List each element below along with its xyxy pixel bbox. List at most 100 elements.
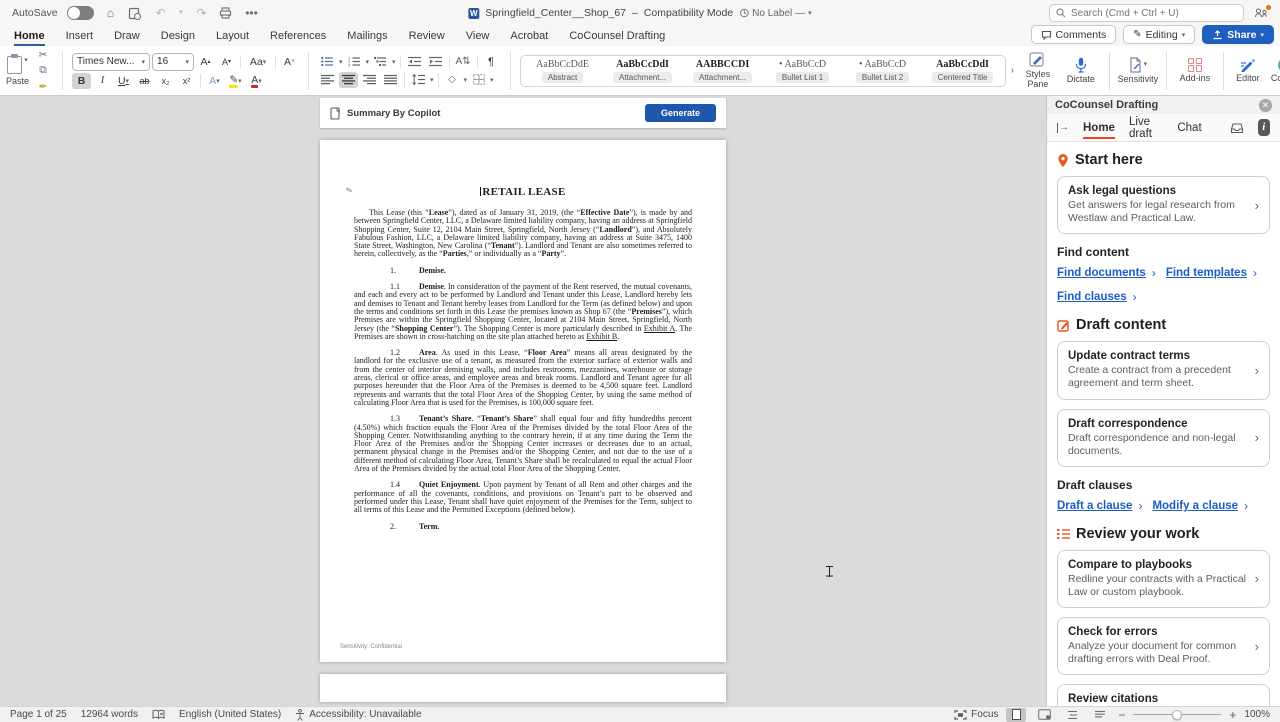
tab-draw[interactable]: Draw — [114, 30, 140, 46]
undo-dropdown-icon[interactable]: ▾ — [178, 5, 185, 21]
zoom-in-icon[interactable]: + — [1229, 708, 1236, 722]
document-paragraph[interactable]: 1.3Tenant’s Share. “Tenant’s Share” shal… — [354, 415, 692, 473]
document-title[interactable]: Springfield_Center__Shop_67 — [485, 7, 626, 19]
sensitivity-button[interactable]: ▾ Sensitivity — [1119, 57, 1157, 85]
document-paragraph[interactable]: 1.1Demise. In consideration of the payme… — [354, 283, 692, 341]
subscript-icon[interactable]: x₂ — [156, 73, 175, 89]
document-paragraph[interactable]: This Lease (this “Lease”), dated as of J… — [354, 209, 692, 259]
styles-overflow-icon[interactable]: › — [1011, 65, 1014, 76]
cut-icon[interactable]: ✂ — [33, 47, 53, 62]
tab-view[interactable]: View — [466, 30, 490, 46]
more-commands-icon[interactable]: ••• — [244, 5, 260, 21]
search-input-container[interactable] — [1049, 4, 1244, 22]
underline-button[interactable]: U ▾ — [114, 73, 133, 89]
document-canvas[interactable]: Summary By Copilot Generate ✎ RETAIL LEA… — [0, 96, 1046, 706]
style-attachment-1[interactable]: AaBbCcDdI Attachment... — [605, 59, 681, 83]
redo-icon[interactable]: ↷ — [194, 5, 210, 21]
justify-icon[interactable] — [381, 72, 400, 88]
language-indicator[interactable]: English (United States) — [179, 709, 281, 720]
share-button[interactable]: Share ▾ — [1202, 25, 1274, 44]
tab-references[interactable]: References — [270, 30, 326, 46]
document-paragraph[interactable]: 1.4Quiet Enjoyment. Upon payment by Tena… — [354, 481, 692, 514]
undo-icon[interactable]: ↶ — [153, 5, 169, 21]
align-left-icon[interactable] — [318, 72, 337, 88]
panel-tab-home[interactable]: Home — [1083, 116, 1115, 139]
italic-button[interactable]: I — [93, 73, 112, 89]
styles-pane-button[interactable]: Styles Pane — [1019, 52, 1057, 90]
tab-home[interactable]: Home — [14, 30, 45, 46]
generate-button[interactable]: Generate — [645, 104, 716, 122]
accessibility-status[interactable]: Accessibility: Unavailable — [295, 709, 421, 721]
style-bullet-list-2[interactable]: • AaBbCcD Bullet List 2 — [845, 59, 921, 83]
share-session-icon[interactable] — [1254, 7, 1268, 20]
tab-mailings[interactable]: Mailings — [347, 30, 387, 46]
print-layout-view-icon[interactable] — [1006, 708, 1026, 722]
panel-tab-chat[interactable]: Chat — [1177, 116, 1201, 139]
document-paragraph[interactable]: 1.2Area. As used in this Lease, “Floor A… — [354, 349, 692, 407]
style-abstract[interactable]: AaBbCcDdE Abstract — [525, 59, 601, 83]
copy-icon[interactable]: ⧉ — [33, 63, 53, 78]
superscript-icon[interactable]: x² — [177, 73, 196, 89]
paste-button[interactable]: ▾ Paste — [6, 56, 29, 86]
style-bullet-list-1[interactable]: • AaBbCcD Bullet List 1 — [765, 59, 841, 83]
print-icon[interactable] — [219, 7, 235, 19]
document-page-2[interactable] — [320, 674, 726, 702]
close-icon[interactable]: ✕ — [1259, 99, 1272, 112]
autosave-toggle[interactable] — [67, 6, 94, 20]
zoom-level[interactable]: 100% — [1244, 709, 1270, 720]
decrease-indent-icon[interactable] — [405, 54, 424, 70]
style-attachment-2[interactable]: AABBCCDI Attachment... — [685, 59, 761, 83]
font-color-icon[interactable]: A ▾ — [247, 73, 266, 89]
shrink-font-icon[interactable]: A▾ — [217, 54, 236, 70]
highlight-color-icon[interactable]: ✎ ▾ — [226, 73, 245, 89]
check-for-errors-card[interactable]: Check for errors Analyze your document f… — [1057, 617, 1270, 675]
word-count[interactable]: 12964 words — [81, 709, 138, 720]
update-contract-terms-card[interactable]: Update contract terms Create a contract … — [1057, 341, 1270, 399]
zoom-slider[interactable] — [1133, 714, 1221, 716]
find-documents-link[interactable]: Find documents — [1057, 267, 1146, 279]
comments-button[interactable]: Comments — [1031, 25, 1117, 44]
align-right-icon[interactable] — [360, 72, 379, 88]
multilevel-list-icon[interactable] — [371, 54, 390, 70]
collapse-panel-icon[interactable]: → — [1057, 123, 1069, 133]
compare-to-playbooks-card[interactable]: Compare to playbooks Redline your contra… — [1057, 550, 1270, 608]
addins-button[interactable]: Add-ins — [1176, 58, 1214, 84]
line-spacing-icon[interactable] — [409, 72, 428, 88]
tab-layout[interactable]: Layout — [216, 30, 249, 46]
focus-button[interactable]: Focus — [954, 709, 998, 720]
history-tray-icon[interactable] — [1230, 122, 1244, 134]
spellcheck-icon[interactable] — [152, 709, 165, 720]
document-heading[interactable]: RETAIL LEASE — [354, 186, 692, 198]
search-input[interactable] — [1071, 8, 1231, 19]
numbered-list-icon[interactable]: 123 — [345, 54, 364, 70]
review-citations-card[interactable]: Review citations Check legal status and … — [1057, 684, 1270, 706]
copilot-button[interactable]: Copilot — [1269, 57, 1280, 84]
dictate-button[interactable]: Dictate — [1062, 57, 1100, 85]
document-page-1[interactable]: ✎ RETAIL LEASE This Lease (this “Lease”)… — [320, 140, 726, 662]
draft-correspondence-card[interactable]: Draft correspondence Draft correspondenc… — [1057, 409, 1270, 467]
sensitivity-label-badge[interactable]: No Label — ▾ — [739, 8, 812, 19]
grow-font-icon[interactable]: A▴ — [196, 54, 215, 70]
comment-anchor-icon[interactable]: ✎ — [345, 185, 354, 195]
modify-a-clause-link[interactable]: Modify a clause — [1152, 500, 1238, 512]
find-clauses-link[interactable]: Find clauses — [1057, 291, 1127, 303]
page-indicator[interactable]: Page 1 of 25 — [10, 709, 67, 720]
tab-acrobat[interactable]: Acrobat — [510, 30, 548, 46]
home-icon[interactable]: ⌂ — [103, 5, 119, 21]
tab-cocounsel-drafting[interactable]: CoCounsel Drafting — [569, 30, 665, 46]
align-center-icon[interactable] — [339, 72, 358, 88]
outline-view-icon[interactable] — [1062, 708, 1082, 722]
editor-button[interactable]: Editor — [1233, 57, 1263, 84]
format-painter-icon[interactable]: ✒ — [33, 79, 53, 94]
info-icon[interactable]: i — [1258, 119, 1270, 136]
editing-mode-button[interactable]: ✎ Editing ▾ — [1123, 25, 1195, 44]
style-centered-title[interactable]: AaBbCcDdI Centered Title — [925, 59, 1001, 83]
font-name-select[interactable]: Times New...▾ — [72, 53, 150, 71]
zoom-slider-knob[interactable] — [1172, 710, 1182, 720]
draft-view-icon[interactable] — [1090, 708, 1110, 722]
panel-tab-live-draft[interactable]: Live draft — [1129, 110, 1163, 145]
draft-a-clause-link[interactable]: Draft a clause — [1057, 500, 1132, 512]
tab-review[interactable]: Review — [409, 30, 445, 46]
bullet-list-icon[interactable] — [318, 54, 337, 70]
web-layout-view-icon[interactable] — [1034, 708, 1054, 722]
